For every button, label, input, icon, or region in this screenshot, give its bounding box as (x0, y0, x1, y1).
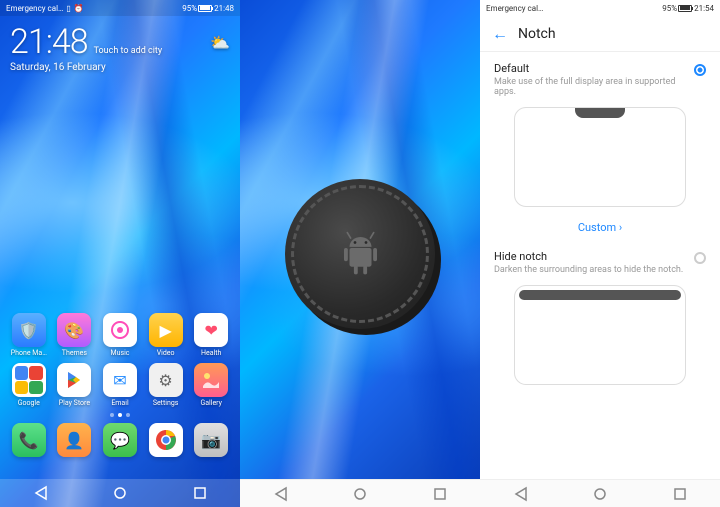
option-title: Default (494, 62, 694, 75)
nav-recent[interactable] (655, 484, 705, 504)
hidden-notch-graphic (519, 290, 681, 300)
sim-icon: ▯ (66, 4, 70, 13)
app-phone-manager[interactable]: 🛡️Phone Ma… (8, 313, 50, 357)
nav-recent[interactable] (175, 483, 225, 503)
clock-date: Saturday, 16 February (0, 62, 240, 77)
alarm-icon: ⏰ (74, 4, 84, 13)
weather-icon[interactable]: ⛅ (210, 33, 230, 52)
status-bar: Emergency cal… ▯ ⏰ 95% 21:48 (0, 0, 240, 16)
nav-home[interactable] (575, 484, 625, 504)
option-default[interactable]: Default Make use of the full display are… (480, 52, 720, 240)
carrier-label: Emergency cal… (486, 4, 543, 13)
app-play-store[interactable]: Play Store (54, 363, 96, 407)
nav-bar (0, 479, 240, 507)
android-oreo-logo[interactable] (285, 179, 435, 329)
app-gallery[interactable]: Gallery (190, 363, 232, 407)
dock-messages[interactable]: 💬 (99, 423, 141, 457)
page-title: Notch (518, 26, 556, 42)
notch-settings-screen: Emergency cal… 95% 21:54 ← Notch Default… (480, 0, 720, 507)
app-email[interactable]: ✉Email (99, 363, 141, 407)
app-google-folder[interactable]: Google (8, 363, 50, 407)
status-time: 21:48 (214, 4, 234, 13)
radio-unselected-icon[interactable] (694, 252, 706, 264)
settings-header: ← Notch (480, 16, 720, 52)
nav-back[interactable] (15, 483, 65, 503)
dock-phone[interactable]: 📞 (8, 423, 50, 457)
app-themes[interactable]: 🎨Themes (54, 313, 96, 357)
dock-chrome[interactable] (145, 423, 187, 457)
carrier-label: Emergency cal… (6, 4, 63, 13)
nav-bar (480, 479, 720, 507)
clock-widget[interactable]: 21:48 Touch to add city ⛅ (0, 16, 240, 62)
option-title: Hide notch (494, 250, 683, 263)
option-subtitle: Make use of the full display area in sup… (494, 77, 694, 97)
radio-selected-icon[interactable] (694, 64, 706, 76)
add-city-link[interactable]: Touch to add city (94, 46, 163, 56)
battery-indicator: 95% (182, 4, 212, 13)
app-grid: 🛡️Phone Ma… 🎨Themes Music ▶Video ❤Health… (0, 313, 240, 463)
dock-camera[interactable]: 📷 (190, 423, 232, 457)
status-time: 21:54 (694, 4, 714, 13)
status-bar: Emergency cal… 95% 21:54 (480, 0, 720, 16)
nav-back[interactable] (255, 484, 305, 504)
option-subtitle: Darken the surrounding areas to hide the… (494, 265, 683, 275)
app-music[interactable]: Music (99, 313, 141, 357)
oreo-screen (240, 0, 480, 507)
preview-default (514, 107, 686, 207)
option-hide-notch[interactable]: Hide notch Darken the surrounding areas … (480, 240, 720, 385)
page-indicator[interactable] (8, 413, 232, 417)
nav-home[interactable] (95, 483, 145, 503)
nav-back[interactable] (495, 484, 545, 504)
custom-link[interactable]: Custom (494, 215, 706, 240)
clock-time: 21:48 (10, 22, 88, 62)
home-screen: Emergency cal… ▯ ⏰ 95% 21:48 21:48 Touch… (0, 0, 240, 507)
app-health[interactable]: ❤Health (190, 313, 232, 357)
battery-indicator: 95% (662, 4, 692, 13)
nav-home[interactable] (335, 484, 385, 504)
nav-bar (240, 479, 480, 507)
dock-contacts[interactable]: 👤 (54, 423, 96, 457)
app-video[interactable]: ▶Video (145, 313, 187, 357)
preview-hide-notch (514, 285, 686, 385)
app-settings[interactable]: ⚙Settings (145, 363, 187, 407)
notch-graphic (575, 108, 625, 118)
nav-recent[interactable] (415, 484, 465, 504)
back-button[interactable]: ← (492, 24, 508, 44)
android-icon (333, 226, 388, 281)
